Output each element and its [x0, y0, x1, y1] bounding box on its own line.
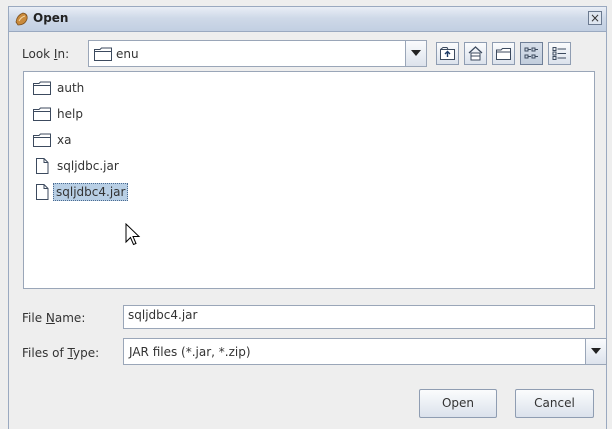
toolbar [436, 42, 606, 66]
look-in-label: Look In: [22, 47, 70, 61]
look-in-combo[interactable]: enu [88, 40, 427, 67]
folder-icon [94, 47, 112, 61]
list-view-button[interactable] [520, 42, 543, 65]
folder-icon [33, 133, 51, 147]
window-title: Open [33, 11, 69, 25]
look-in-value: enu [116, 47, 139, 61]
list-item-label: auth [57, 81, 85, 95]
open-dialog: Open × Look In: enu auth help xa sqljdbc… [8, 6, 607, 429]
up-folder-icon [440, 47, 455, 60]
cancel-button[interactable]: Cancel [515, 389, 594, 418]
mouse-cursor-icon [125, 223, 141, 246]
file-name-label: File Name: [22, 311, 86, 325]
title-bar[interactable]: Open × [9, 7, 606, 32]
list-view-icon [524, 47, 538, 59]
list-item-label: sqljdbc.jar [57, 159, 119, 173]
chevron-down-icon[interactable] [405, 41, 426, 66]
folder-icon [33, 107, 51, 121]
chevron-down-icon[interactable] [585, 339, 606, 364]
details-view-button[interactable] [548, 42, 571, 65]
file-list[interactable]: auth help xa sqljdbc.jar sqljdbc4.jar [23, 71, 595, 289]
list-item-help[interactable]: help [33, 104, 86, 124]
list-item-label: xa [57, 133, 72, 147]
list-item-sqljdbc-jar[interactable]: sqljdbc.jar [33, 156, 122, 176]
cancel-button-label: Cancel [534, 396, 575, 410]
file-icon [36, 184, 49, 200]
open-button[interactable]: Open [419, 389, 497, 418]
file-type-label: Files of Type: [22, 346, 100, 360]
home-icon [468, 46, 483, 61]
list-item-label: help [57, 107, 83, 121]
home-button[interactable] [464, 42, 487, 65]
close-button[interactable]: × [588, 11, 602, 25]
file-name-value: sqljdbc4.jar [128, 308, 198, 322]
file-type-combo[interactable]: JAR files (*.jar, *.zip) [123, 338, 607, 365]
java-cup-icon [15, 12, 28, 26]
open-button-label: Open [441, 396, 475, 410]
file-type-value: JAR files (*.jar, *.zip) [129, 345, 251, 359]
list-item-sqljdbc4-jar[interactable]: sqljdbc4.jar [33, 182, 129, 202]
new-folder-button[interactable] [492, 42, 515, 65]
list-item-auth[interactable]: auth [33, 78, 87, 98]
list-item-label: sqljdbc4.jar [53, 183, 129, 201]
up-one-level-button[interactable] [436, 42, 459, 65]
file-icon [36, 158, 49, 174]
new-folder-icon [496, 48, 511, 60]
folder-icon [33, 81, 51, 95]
close-icon: × [589, 11, 601, 25]
list-item-xa[interactable]: xa [33, 130, 74, 150]
file-name-input[interactable]: sqljdbc4.jar [123, 305, 595, 329]
details-view-icon [552, 47, 566, 60]
